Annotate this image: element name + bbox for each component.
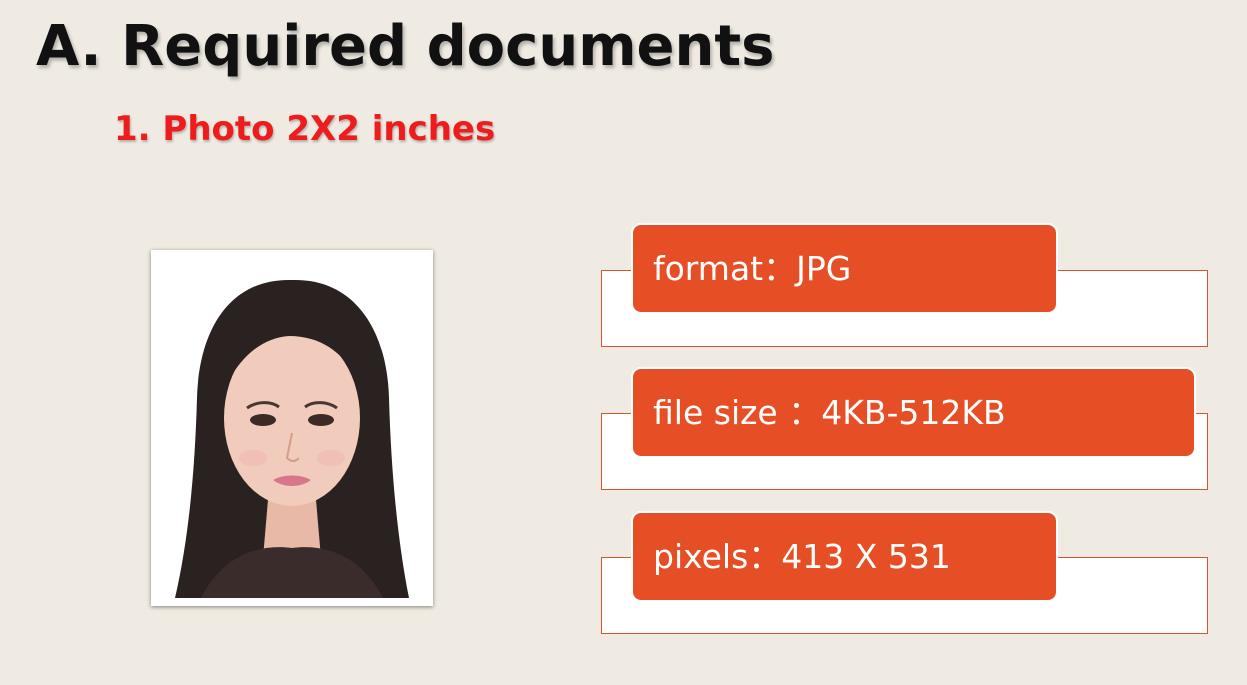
spec-tag-pixels: pixels：413 X 531 — [631, 511, 1058, 602]
spec-tag-file-size: file size ：4KB-512KB — [631, 367, 1196, 458]
sample-photo — [151, 250, 433, 606]
section-subtitle: 1. Photo 2X2 inches — [114, 109, 496, 149]
portrait-illustration — [161, 258, 423, 598]
page-title: A. Required documents — [36, 14, 775, 79]
slide: A. Required documents 1. Photo 2X2 inche… — [0, 0, 1247, 685]
spec-tag-format: format：JPG — [631, 223, 1058, 314]
